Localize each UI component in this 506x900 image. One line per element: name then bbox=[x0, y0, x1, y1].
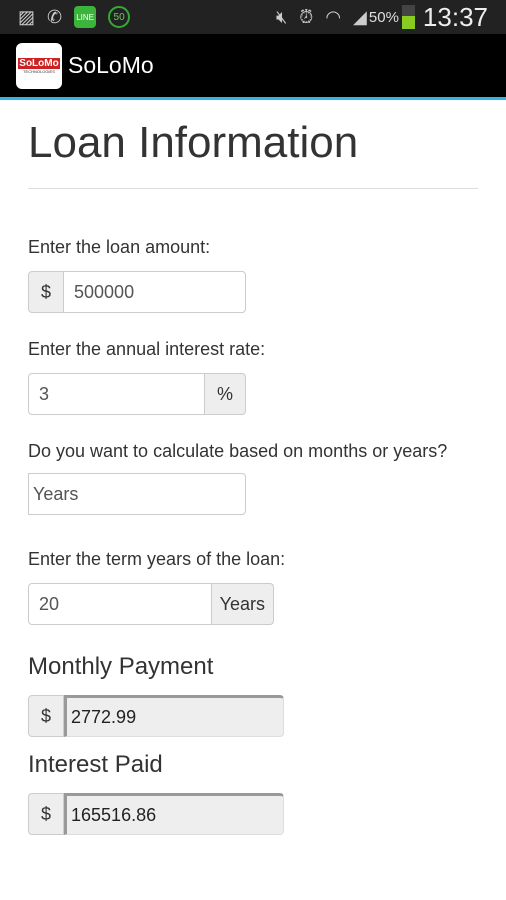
interest-paid-heading: Interest Paid bbox=[28, 751, 163, 778]
percent-addon: % bbox=[204, 373, 246, 415]
app-logo[interactable]: SoLoMo TECHNOLOGIES bbox=[16, 42, 62, 89]
whatsapp-icon: ✆ bbox=[47, 6, 63, 27]
mute-icon: 🔇︎ bbox=[275, 6, 288, 27]
line-icon: LINE bbox=[74, 6, 97, 28]
interest-paid-group: $ 165516.86 bbox=[28, 793, 284, 835]
interest-rate-label: Enter the annual interest rate: bbox=[28, 339, 266, 359]
page-title: Loan Information bbox=[28, 118, 478, 189]
period-group: Years bbox=[28, 473, 246, 515]
period-label: Do you want to calculate based on months… bbox=[28, 441, 448, 461]
battery-percent: 50% bbox=[368, 8, 399, 26]
wifi-icon: ◠ bbox=[325, 6, 342, 27]
app-title: SoLoMo bbox=[68, 52, 154, 78]
interest-rate-group: 3 % bbox=[28, 373, 246, 415]
logo-text: SoLoMo bbox=[18, 57, 60, 69]
status-bar: ▨ ✆ LINE 50 🔇︎ ⏰︎ ◠ ◢ 50% 13:37 bbox=[0, 0, 506, 34]
term-input[interactable]: 20 bbox=[28, 583, 212, 625]
loan-amount-group: $ 500000 bbox=[28, 271, 246, 313]
period-select[interactable]: Years bbox=[28, 473, 246, 515]
monthly-payment-output: 2772.99 bbox=[64, 695, 284, 737]
term-label: Enter the term years of the loan: bbox=[28, 549, 286, 569]
dollar-addon: $ bbox=[28, 695, 65, 737]
signal-icon: ◢ bbox=[353, 6, 367, 27]
loan-amount-label: Enter the loan amount: bbox=[28, 237, 211, 257]
monthly-payment-heading: Monthly Payment bbox=[28, 653, 214, 680]
alarm-icon: ⏰︎ bbox=[299, 6, 314, 27]
image-icon: ▨ bbox=[18, 6, 36, 27]
monthly-payment-group: $ 2772.99 bbox=[28, 695, 284, 737]
logo-subtext: TECHNOLOGIES bbox=[23, 68, 55, 74]
clock: 13:37 bbox=[422, 1, 488, 32]
years-addon: Years bbox=[211, 583, 274, 625]
app-bar: SoLoMo TECHNOLOGIES SoLoMo bbox=[0, 34, 506, 100]
counter-50-icon: 50 bbox=[108, 6, 131, 28]
interest-rate-input[interactable]: 3 bbox=[28, 373, 205, 415]
loan-amount-input[interactable]: 500000 bbox=[64, 271, 246, 313]
battery-icon bbox=[401, 5, 415, 29]
dollar-addon: $ bbox=[28, 793, 65, 835]
interest-paid-output: 165516.86 bbox=[64, 793, 284, 835]
dollar-addon: $ bbox=[28, 271, 65, 313]
term-group: 20 Years bbox=[28, 583, 274, 625]
